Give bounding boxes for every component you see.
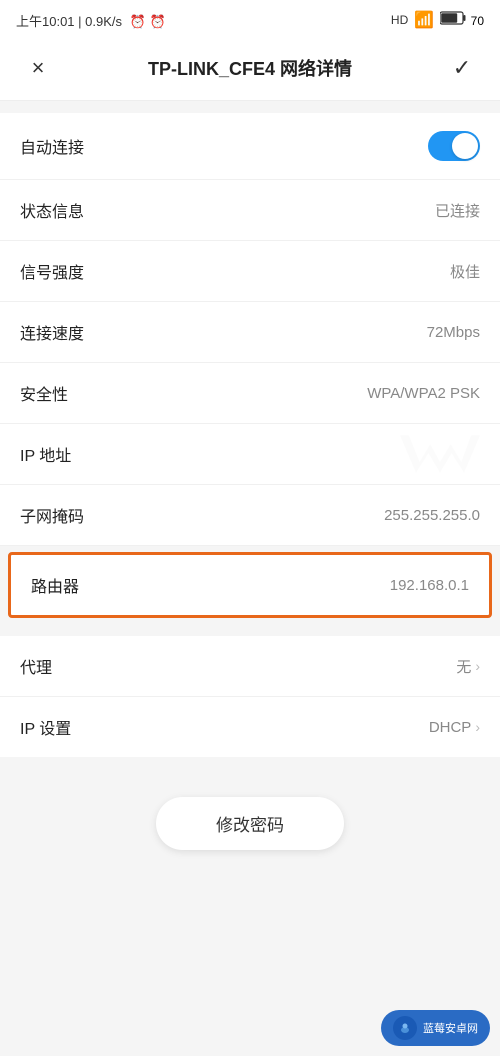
signal-label: 信号强度 [20, 259, 84, 283]
subnet-value: 255.255.255.0 [384, 507, 480, 524]
router-label: 路由器 [31, 573, 79, 597]
status-time: 上午10:01 [16, 14, 75, 29]
clock-icon: ⏰ [130, 14, 146, 29]
proxy-value: 无 [456, 656, 471, 677]
network-signal-icon: HD [391, 13, 408, 27]
confirm-button[interactable]: ✓ [444, 50, 480, 86]
watermark-logo: 蓝莓安卓网 [381, 1010, 490, 1046]
ip-settings-value: DHCP [429, 719, 472, 736]
status-bar: 上午10:01 | 0.9K/s ⏰ ⏰ HD 📶 70 [0, 0, 500, 36]
security-value: WPA/WPA2 PSK [367, 385, 480, 402]
security-row: 安全性 WPA/WPA2 PSK [0, 363, 500, 424]
wifi-icon: 📶 [414, 10, 434, 30]
watermark-logo-icon [393, 1016, 417, 1040]
ip-settings-label: IP 设置 [20, 715, 71, 739]
ip-address-label: IP 地址 [20, 442, 71, 466]
ip-address-row: IP 地址 [0, 424, 500, 485]
signal-value: 极佳 [450, 261, 480, 282]
auto-connect-label: 自动连接 [20, 134, 84, 158]
status-value: 已连接 [435, 200, 480, 221]
proxy-value-group: 无 › [456, 656, 480, 677]
proxy-ip-card: 代理 无 › IP 设置 DHCP › [0, 636, 500, 757]
router-row: 路由器 192.168.0.1 [8, 552, 492, 618]
modify-password-button[interactable]: 修改密码 [156, 797, 344, 850]
battery-level: 70 [471, 14, 484, 28]
proxy-arrow-icon: › [475, 658, 480, 674]
battery-icon: 70 [440, 11, 484, 30]
page-title: TP-LINK_CFE4 网络详情 [56, 55, 444, 81]
status-row: 状态信息 已连接 [0, 180, 500, 241]
router-value: 192.168.0.1 [390, 577, 469, 594]
content: 自动连接 状态信息 已连接 信号强度 极佳 连接速度 72Mbps 安全性 WP… [0, 113, 500, 880]
status-speed-value: 0.9K/s [85, 14, 122, 29]
connection-speed-row: 连接速度 72Mbps [0, 302, 500, 363]
router-row-wrapper: 路由器 192.168.0.1 [0, 546, 500, 624]
status-time-speed: 上午10:01 | 0.9K/s ⏰ ⏰ [16, 11, 166, 30]
signal-strength-row: 信号强度 极佳 [0, 241, 500, 302]
proxy-label: 代理 [20, 654, 52, 678]
subnet-mask-row: 子网掩码 255.255.255.0 [0, 485, 500, 546]
ip-settings-row[interactable]: IP 设置 DHCP › [0, 697, 500, 757]
status-icons: HD 📶 70 [391, 10, 484, 30]
ip-settings-value-group: DHCP › [429, 719, 480, 736]
network-details-card: 自动连接 状态信息 已连接 信号强度 极佳 连接速度 72Mbps 安全性 WP… [0, 113, 500, 624]
close-button[interactable]: × [20, 50, 56, 86]
proxy-row[interactable]: 代理 无 › [0, 636, 500, 697]
speed-label: 连接速度 [20, 320, 84, 344]
ip-watermark [400, 434, 480, 474]
speed-value: 72Mbps [427, 324, 480, 341]
header: × TP-LINK_CFE4 网络详情 ✓ [0, 36, 500, 101]
status-label: 状态信息 [20, 198, 84, 222]
security-label: 安全性 [20, 381, 68, 405]
bottom-section: 修改密码 [0, 757, 500, 880]
auto-connect-row: 自动连接 [0, 113, 500, 180]
ip-settings-arrow-icon: › [475, 719, 480, 735]
subnet-label: 子网掩码 [20, 503, 84, 527]
watermark-logo-text: 蓝莓安卓网 [423, 1020, 478, 1036]
auto-connect-toggle[interactable] [428, 131, 480, 161]
alarm-icon: ⏰ [149, 14, 165, 29]
